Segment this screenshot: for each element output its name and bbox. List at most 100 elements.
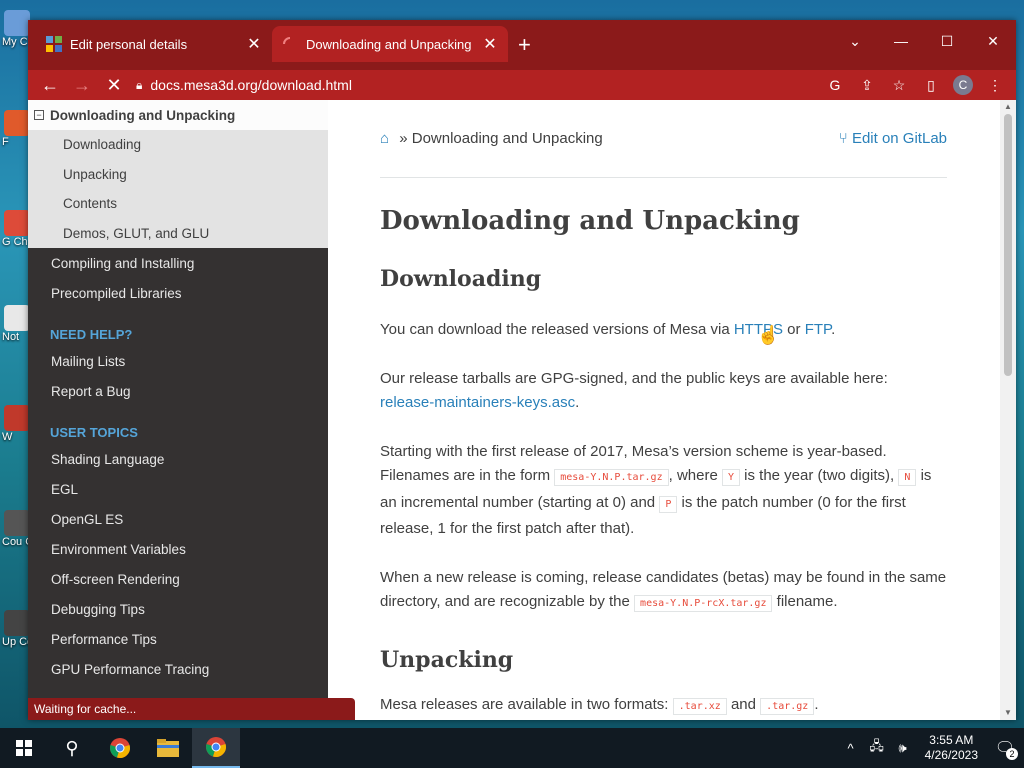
- ftp-link[interactable]: FTP: [805, 321, 831, 338]
- desktop-shortcut[interactable]: W: [0, 405, 30, 443]
- tab-edit-personal-details[interactable]: Edit personal details ✕: [36, 26, 272, 62]
- sidebar-item-report-bug[interactable]: Report a Bug: [28, 376, 328, 406]
- scrollbar-thumb[interactable]: [1004, 114, 1012, 376]
- volume-icon[interactable]: 🕪︎: [893, 740, 913, 756]
- chrome-active-taskbar-icon[interactable]: [192, 728, 240, 768]
- url-text[interactable]: docs.mesa3d.org/download.html: [150, 77, 352, 93]
- browser-toolbar: ← → ✕ 🔒︎ docs.mesa3d.org/download.html G…: [28, 70, 1016, 100]
- paragraph-formats: Mesa releases are available in two forma…: [380, 695, 819, 715]
- desktop-shortcut[interactable]: Not: [0, 305, 30, 343]
- bookmark-star-icon[interactable]: ☆: [886, 72, 912, 98]
- sidebar-item-offscreen[interactable]: Off-screen Rendering: [28, 564, 328, 594]
- scroll-up-icon[interactable]: ▲: [1000, 100, 1016, 114]
- code-y: Y: [721, 469, 740, 486]
- desktop-shortcut[interactable]: F: [0, 110, 30, 148]
- shortcut-label: Up Cou: [2, 636, 40, 648]
- page-content: − Downloading and Unpacking Downloading …: [28, 100, 1016, 720]
- sidebar-subitem-downloading[interactable]: Downloading: [28, 130, 328, 160]
- paragraph-version-scheme: Starting with the first release of 2017,…: [380, 442, 932, 538]
- shortcut-icon: [4, 405, 30, 431]
- paragraph-release-candidates: When a new release is coming, release ca…: [380, 568, 947, 612]
- side-panel-icon[interactable]: ▯: [918, 72, 944, 98]
- sidebar-item-gpu-tracing[interactable]: GPU Performance Tracing: [28, 654, 328, 684]
- desktop-shortcut[interactable]: Cou Glob: [0, 510, 49, 548]
- tab-close-icon[interactable]: ✕: [246, 34, 262, 54]
- shortcut-icon: [4, 510, 30, 536]
- tab-close-icon[interactable]: ✕: [482, 34, 498, 54]
- shortcut-label: Not: [2, 331, 20, 343]
- file-explorer-icon[interactable]: [144, 728, 192, 768]
- clock-date: 4/26/2023: [924, 748, 978, 762]
- sidebar-subitem-contents[interactable]: Contents: [28, 189, 328, 219]
- system-tray: ^ 🖧︎ 🕪︎ 3:55 AM 4/26/2023 🗨︎ 2: [841, 728, 1024, 768]
- new-tab-button[interactable]: +: [518, 32, 531, 58]
- sidebar-subitem-unpacking[interactable]: Unpacking: [28, 160, 328, 190]
- notification-center-icon[interactable]: 🗨︎ 2: [990, 733, 1020, 763]
- chevron-up-icon[interactable]: ^: [841, 741, 861, 756]
- keys-link[interactable]: release-maintainers-keys.asc: [380, 394, 575, 411]
- tab-downloading-and-unpacking[interactable]: Downloading and Unpacking — ✕: [272, 26, 508, 62]
- shortcut-label: Cou Glob: [2, 536, 49, 548]
- sidebar-caption-help: NEED HELP?: [50, 327, 133, 342]
- sidebar-item-performance[interactable]: Performance Tips: [28, 624, 328, 654]
- chrome-taskbar-icon[interactable]: [96, 728, 144, 768]
- start-button[interactable]: [0, 728, 48, 768]
- lock-icon[interactable]: 🔒︎: [136, 78, 142, 93]
- shortcut-icon: [4, 110, 30, 136]
- windows-logo-icon: [16, 740, 32, 756]
- search-icon[interactable]: ⚲: [48, 728, 96, 768]
- scroll-down-icon[interactable]: ▼: [1000, 706, 1016, 720]
- sidebar-item-shading-language[interactable]: Shading Language: [28, 444, 328, 474]
- loading-status: Waiting for cache...: [28, 698, 355, 720]
- page-title: Downloading and Unpacking: [380, 206, 800, 236]
- sidebar-item-debugging[interactable]: Debugging Tips: [28, 594, 328, 624]
- sidebar-item-opengl-es[interactable]: OpenGL ES: [28, 504, 328, 534]
- sidebar-subitem-demos[interactable]: Demos, GLUT, and GLU: [28, 219, 328, 249]
- profile-button[interactable]: C: [950, 72, 976, 98]
- stop-loading-icon[interactable]: ✕: [100, 71, 128, 99]
- code-p: P: [659, 495, 678, 513]
- google-lens-icon[interactable]: G: [822, 72, 848, 98]
- folder-icon: [157, 739, 179, 757]
- sidebar-item-precompiled[interactable]: Precompiled Libraries: [28, 278, 328, 308]
- shortcut-icon: [4, 10, 30, 36]
- sidebar-item-egl[interactable]: EGL: [28, 474, 328, 504]
- network-icon[interactable]: 🖧︎: [867, 737, 887, 759]
- minimize-icon[interactable]: —: [878, 26, 924, 56]
- share-icon[interactable]: ⇪: [854, 72, 880, 98]
- back-icon[interactable]: ←: [36, 71, 64, 99]
- sidebar-item-current[interactable]: − Downloading and Unpacking: [28, 100, 328, 130]
- menu-kebab-icon[interactable]: ⋮: [982, 72, 1008, 98]
- tab-title: Edit personal details: [70, 36, 188, 52]
- tab-search-icon[interactable]: ⌄: [832, 26, 878, 56]
- window-controls: ⌄ — ☐ ✕: [832, 26, 1016, 56]
- code-n: N: [898, 469, 917, 486]
- hand-cursor-icon: ☝: [757, 325, 780, 345]
- paragraph-gpg: Our release tarballs are GPG-signed, and…: [380, 369, 888, 412]
- desktop-shortcut[interactable]: My C: [0, 10, 30, 48]
- docs-main: ⌂ » Downloading and Unpacking ⑂ Edit on …: [328, 100, 1016, 720]
- page-scrollbar[interactable]: ▲ ▼: [1000, 100, 1016, 720]
- desktop-shortcut[interactable]: G Ch: [0, 210, 30, 248]
- breadcrumb-current: Downloading and Unpacking: [411, 130, 603, 147]
- forward-icon[interactable]: →: [68, 71, 96, 99]
- moodle-favicon-icon: [46, 36, 62, 52]
- shortcut-label: G Ch: [2, 236, 28, 248]
- code-filename: mesa-Y.N.P.tar.gz: [554, 469, 669, 486]
- home-icon[interactable]: ⌂: [380, 130, 389, 147]
- address-bar[interactable]: 🔒︎ docs.mesa3d.org/download.html: [132, 71, 818, 99]
- sidebar-item-compiling[interactable]: Compiling and Installing: [28, 248, 328, 278]
- sidebar-item-mailing-lists[interactable]: Mailing Lists: [28, 346, 328, 376]
- tab-title: Downloading and Unpacking —: [306, 36, 474, 52]
- collapse-toggle-icon[interactable]: −: [34, 110, 44, 120]
- close-window-icon[interactable]: ✕: [970, 26, 1016, 56]
- avatar: C: [953, 75, 973, 95]
- clock[interactable]: 3:55 AM 4/26/2023: [919, 733, 984, 763]
- tab-strip: Edit personal details ✕ Downloading and …: [28, 20, 1016, 70]
- desktop-shortcut[interactable]: Up Cou: [0, 610, 40, 648]
- maximize-icon[interactable]: ☐: [924, 26, 970, 56]
- notification-badge: 2: [1006, 748, 1018, 760]
- sidebar-item-env-vars[interactable]: Environment Variables: [28, 534, 328, 564]
- edit-on-gitlab-link[interactable]: ⑂ Edit on GitLab: [839, 130, 947, 147]
- code-rc-filename: mesa-Y.N.P-rcX.tar.gz: [634, 595, 773, 612]
